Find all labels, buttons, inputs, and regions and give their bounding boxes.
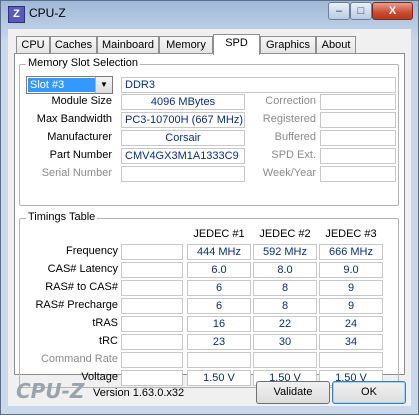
timings-column-header: JEDEC #3 (325, 228, 377, 240)
timing-cell: 34 (319, 334, 383, 350)
timing-cell: 24 (319, 316, 383, 332)
timings-column-header: JEDEC #1 (193, 228, 245, 240)
slot-select[interactable]: Slot #3 ▼ (26, 76, 113, 94)
buffered-field (320, 130, 396, 146)
client-area: CPU Caches Mainboard Memory SPD Graphics… (8, 29, 411, 406)
window-title: CPU-Z (29, 6, 66, 20)
serial-number-field (121, 166, 245, 182)
timing-row-label: Frequency (66, 245, 118, 257)
timing-cell: 6 (187, 280, 251, 296)
timing-row-label: RAS# to CAS# (45, 281, 118, 293)
week-year-field (320, 166, 396, 182)
validate-button[interactable]: Validate (256, 381, 330, 404)
timing-cell (121, 316, 183, 332)
timing-row-label: RAS# Precharge (35, 299, 118, 311)
memory-slot-group-title: Memory Slot Selection (26, 57, 141, 69)
spd-panel: Memory Slot Selection Slot #3 ▼ DDR3 Mod… (14, 53, 405, 388)
cpuz-logo: CPU-Z (16, 379, 85, 403)
maximize-button[interactable]: □ (350, 2, 372, 20)
timing-row-label: tRAS (92, 317, 118, 329)
timing-row-label: CAS# Latency (47, 263, 118, 275)
timing-cell: 666 MHz (319, 244, 383, 260)
module-size-label: Module Size (51, 95, 112, 107)
timing-cell: 444 MHz (187, 244, 251, 260)
title-bar[interactable]: Z CPU-Z – □ X (1, 1, 418, 27)
slot-select-value: Slot #3 (28, 78, 104, 92)
part-number-label: Part Number (49, 149, 112, 161)
timings-column-header: JEDEC #2 (259, 228, 311, 240)
timing-cell: 16 (187, 316, 251, 332)
close-button[interactable]: X (372, 2, 413, 20)
timing-cell: 6 (187, 298, 251, 314)
timing-cell: 8 (253, 280, 317, 296)
timing-cell (121, 244, 183, 260)
correction-label: Correction (265, 95, 316, 107)
memory-type-field: DDR3 (121, 77, 396, 93)
timing-cell (121, 352, 183, 368)
module-size-field: 4096 MBytes (121, 94, 245, 110)
part-number-field: CMV4GX3M1A1333C9 (121, 148, 245, 164)
timing-cell: 8.0 (253, 262, 317, 278)
manufacturer-label: Manufacturer (47, 131, 112, 143)
timing-cell (187, 352, 251, 368)
timing-cell (121, 262, 183, 278)
timing-cell (121, 280, 183, 296)
timing-cell (121, 334, 183, 350)
correction-field (320, 94, 396, 110)
timing-cell: 9.0 (319, 262, 383, 278)
timing-cell: 8 (253, 298, 317, 314)
timings-group-title: Timings Table (26, 211, 98, 223)
cpuz-window: Z CPU-Z – □ X CPU Caches Mainboard Memor… (0, 0, 419, 415)
max-bandwidth-label: Max Bandwidth (36, 113, 112, 125)
cpuz-app-icon[interactable]: Z (8, 6, 25, 23)
timing-cell (121, 370, 183, 386)
timing-cell: 23 (187, 334, 251, 350)
tab-spd[interactable]: SPD (213, 34, 260, 55)
registered-label: Registered (262, 113, 316, 125)
timing-cell: 592 MHz (253, 244, 317, 260)
timing-cell: 6.0 (187, 262, 251, 278)
memory-slot-group: Memory Slot Selection Slot #3 ▼ DDR3 Mod… (19, 57, 399, 206)
tab-caches[interactable]: Caches (50, 36, 97, 54)
tab-memory[interactable]: Memory (159, 36, 213, 54)
buffered-label: Buffered (274, 131, 316, 143)
serial-number-label: Serial Number (41, 167, 112, 179)
chevron-down-icon[interactable]: ▼ (95, 77, 112, 93)
spd-ext-label: SPD Ext. (271, 149, 316, 161)
ok-button[interactable]: OK (332, 381, 406, 404)
timing-cell (121, 298, 183, 314)
manufacturer-field: Corsair (121, 130, 245, 146)
timing-cell: 30 (253, 334, 317, 350)
tab-mainboard[interactable]: Mainboard (97, 36, 159, 54)
tab-cpu[interactable]: CPU (16, 36, 50, 54)
timing-cell: 9 (319, 298, 383, 314)
timing-cell: 1.50 V (187, 370, 251, 386)
registered-field (320, 112, 396, 128)
timing-cell (253, 352, 317, 368)
minimize-button[interactable]: – (328, 2, 350, 20)
week-year-label: Week/Year (262, 167, 316, 179)
timing-cell: 9 (319, 280, 383, 296)
timing-cell: 22 (253, 316, 317, 332)
tab-about[interactable]: About (316, 36, 356, 54)
tab-graphics[interactable]: Graphics (260, 36, 316, 54)
max-bandwidth-field: PC3-10700H (667 MHz) (121, 112, 245, 128)
timings-group: Timings Table JEDEC #1 JEDEC #2 JEDEC #3… (19, 211, 399, 388)
spd-ext-field (320, 148, 396, 164)
version-text: Version 1.63.0.x32 (93, 387, 185, 399)
timing-cell (319, 352, 383, 368)
timing-row-label: tRC (99, 335, 118, 347)
timing-row-label: Command Rate (40, 353, 118, 365)
